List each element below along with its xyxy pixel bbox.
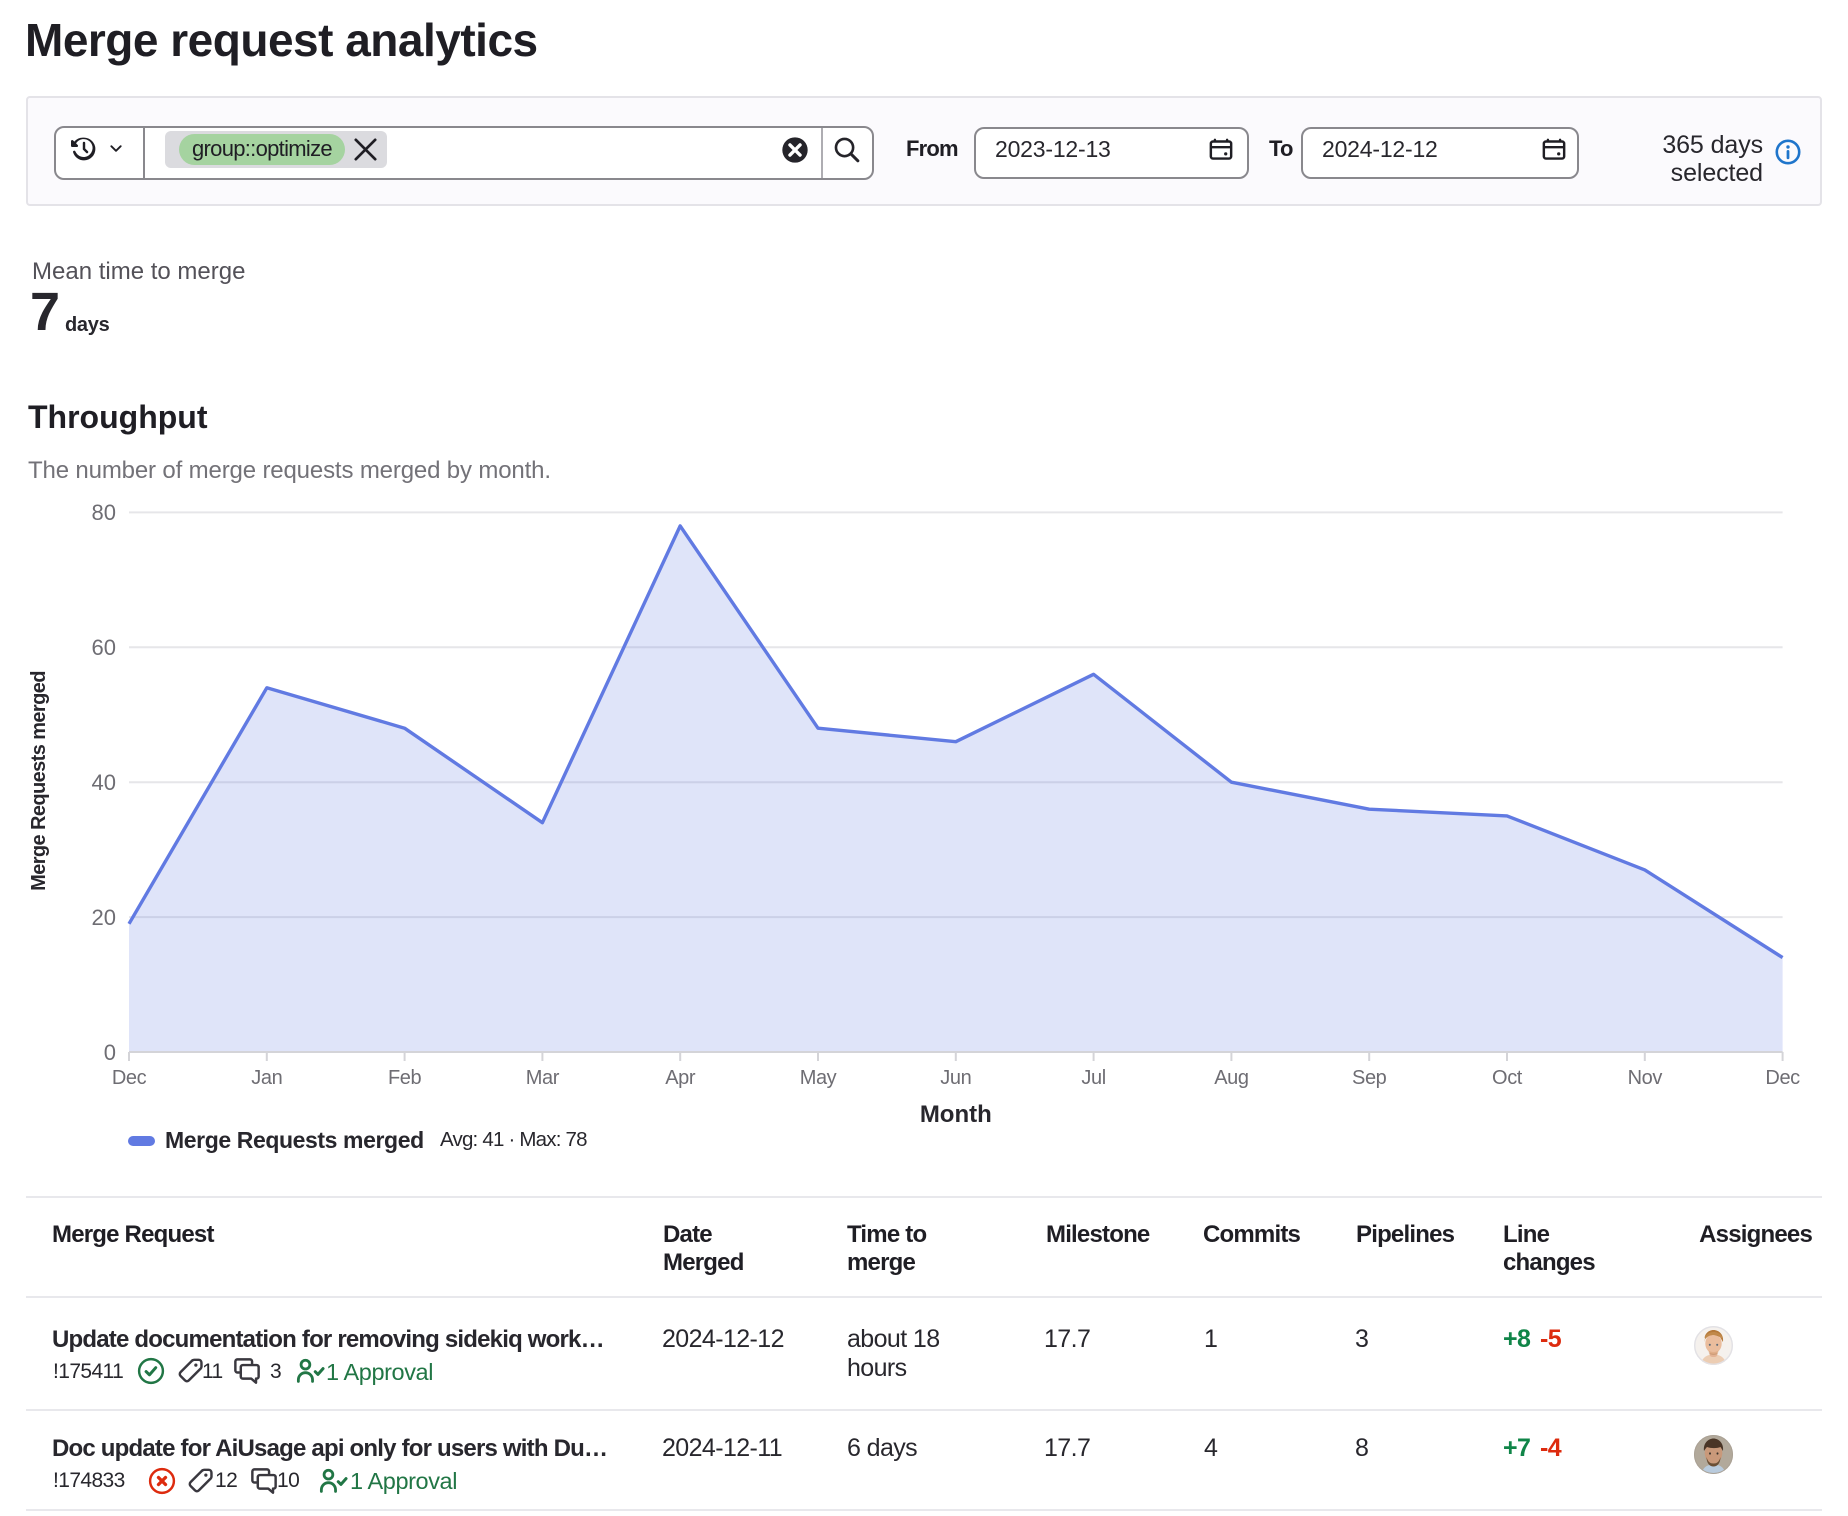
svg-text:Jan: Jan [251, 1067, 282, 1089]
svg-text:20: 20 [92, 905, 116, 930]
svg-text:Mar: Mar [526, 1067, 560, 1089]
svg-text:Aug: Aug [1214, 1067, 1248, 1089]
svg-text:40: 40 [92, 770, 116, 795]
svg-text:Feb: Feb [388, 1067, 422, 1089]
svg-text:Dec: Dec [1765, 1067, 1800, 1089]
svg-text:60: 60 [92, 635, 116, 660]
svg-text:Jul: Jul [1081, 1067, 1105, 1089]
svg-text:Sep: Sep [1352, 1067, 1387, 1089]
svg-text:Dec: Dec [112, 1067, 147, 1089]
svg-text:Oct: Oct [1492, 1067, 1523, 1089]
svg-text:Jun: Jun [940, 1067, 971, 1089]
svg-text:May: May [800, 1067, 837, 1089]
svg-text:Month: Month [920, 1101, 992, 1128]
svg-text:Nov: Nov [1628, 1067, 1663, 1089]
svg-text:Apr: Apr [665, 1067, 696, 1089]
svg-text:Merge Requests merged: Merge Requests merged [28, 671, 50, 891]
svg-text:80: 80 [92, 500, 116, 525]
svg-text:0: 0 [104, 1040, 116, 1065]
